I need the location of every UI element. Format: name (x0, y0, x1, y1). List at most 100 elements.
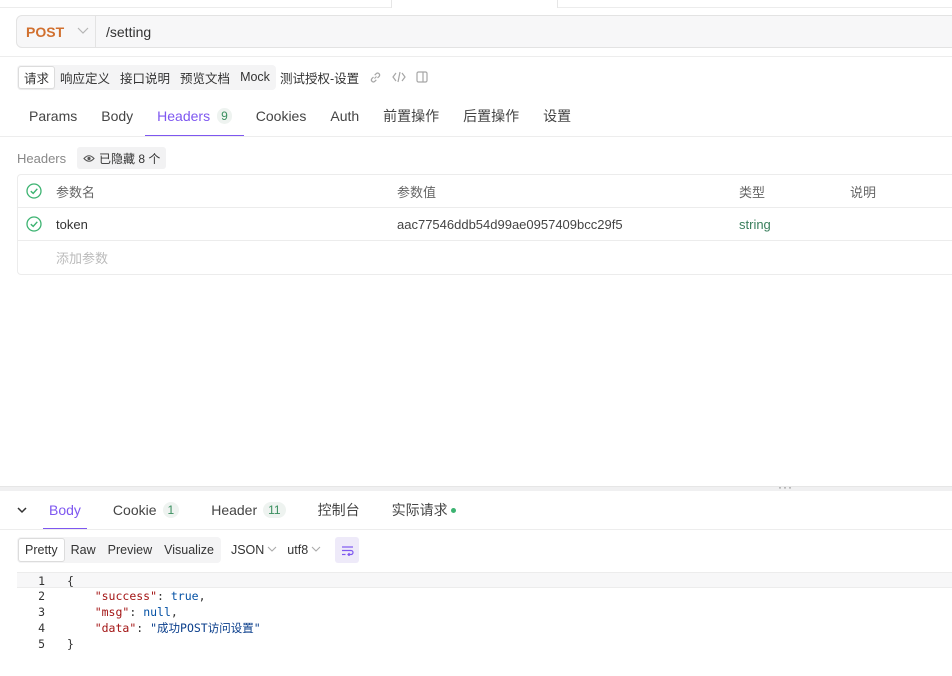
tab-console[interactable]: 控制台 (306, 490, 372, 530)
tab-label: 控制台 (317, 502, 360, 518)
code-icon[interactable] (392, 71, 406, 83)
row-enabled-checkbox-icon[interactable] (26, 216, 42, 232)
hidden-headers-toggle[interactable]: 已隐藏 8 个 (77, 147, 167, 169)
view-switcher: 请求 响应定义 接口说明 预览文档 Mock (17, 64, 276, 90)
headers-table: 参数名 参数值 类型 说明 token aac77546ddb54d99ae09… (17, 174, 952, 275)
line-number: 1 (38, 574, 45, 588)
tab-label: 实际请求 (391, 502, 448, 518)
code-text: "success": true, (94, 589, 206, 603)
json-value: true (170, 589, 199, 603)
panel-layout-icon[interactable] (416, 71, 428, 83)
json-punct: , (170, 605, 178, 619)
tab-body[interactable]: Body (89, 96, 145, 136)
tab-label: Headers (157, 108, 211, 124)
mode-visualize[interactable]: Visualize (158, 538, 220, 562)
code-line: 5 } (17, 636, 952, 652)
tab-strip-segment[interactable] (0, 0, 392, 8)
tab-label: Params (29, 108, 78, 124)
chevron-down-icon (311, 545, 321, 556)
divider (0, 56, 952, 57)
language-value: JSON (230, 543, 265, 557)
tab-strip-segment-active[interactable] (392, 0, 558, 8)
sub-toolbar: 请求 响应定义 接口说明 预览文档 Mock 测试授权-设置 (17, 64, 428, 90)
line-number: 4 (38, 621, 45, 635)
link-icon[interactable] (369, 71, 382, 84)
view-api-description[interactable]: 接口说明 (115, 66, 175, 89)
chevron-down-icon (267, 545, 277, 556)
language-select[interactable]: JSON (231, 543, 277, 557)
response-format-bar: Pretty Raw Preview Visualize JSON utf8 (17, 537, 360, 563)
word-wrap-button[interactable] (335, 537, 360, 563)
tab-post-operations[interactable]: 后置操作 (451, 96, 531, 136)
column-header-name: 参数名 (56, 184, 96, 200)
drag-handle-icon[interactable]: ··· (778, 480, 793, 494)
tab-response-header[interactable]: Header 11 (199, 490, 297, 530)
code-text: "msg": null, (94, 605, 178, 619)
tab-label: 后置操作 (463, 108, 520, 124)
tab-label: Header (211, 502, 258, 518)
tab-headers[interactable]: Headers 9 (145, 96, 244, 137)
response-tabs: Body Cookie 1 Header 11 控制台 实际请求 (17, 490, 476, 530)
tab-params[interactable]: Params (17, 96, 89, 136)
view-preview-doc[interactable]: 预览文档 (175, 66, 235, 89)
method-label: POST (26, 23, 65, 40)
tab-auth[interactable]: Auth (318, 96, 371, 136)
line-number: 3 (38, 605, 45, 619)
add-param-row: 添加参数 (18, 241, 952, 274)
view-mock[interactable]: Mock (235, 66, 275, 89)
method-select[interactable]: POST (17, 16, 96, 47)
divider (0, 529, 952, 530)
divider (0, 136, 952, 137)
encoding-select[interactable]: utf8 (287, 543, 321, 557)
param-type-cell[interactable]: string (739, 217, 771, 232)
mode-raw[interactable]: Raw (65, 538, 102, 562)
line-number: 2 (38, 589, 45, 603)
param-name-cell[interactable]: token (56, 217, 88, 232)
tab-response-body[interactable]: Body (37, 490, 93, 530)
json-value: null (143, 605, 171, 619)
code-line: 2 "success": true, (17, 588, 952, 604)
tab-pre-operations[interactable]: 前置操作 (371, 96, 451, 136)
json-key: "data" (94, 621, 137, 635)
view-response-definition[interactable]: 响应定义 (55, 66, 115, 89)
mode-preview[interactable]: Preview (102, 538, 158, 562)
tab-count-badge: 11 (263, 502, 286, 518)
json-value: "成功POST访问设置" (150, 621, 261, 635)
headers-section-label: Headers (17, 151, 67, 166)
wrap-lines-icon (341, 545, 354, 556)
tab-label: Cookie (112, 502, 157, 518)
tab-count-badge: 9 (217, 108, 232, 124)
tab-cookies[interactable]: Cookies (244, 96, 319, 136)
code-line: 4 "data": "成功POST访问设置" (17, 620, 952, 636)
mode-pretty[interactable]: Pretty (18, 538, 65, 562)
json-key: "msg" (94, 605, 130, 619)
tab-label: 设置 (543, 108, 572, 124)
select-all-checkbox-icon[interactable] (26, 183, 42, 199)
url-bar: POST /setting (16, 15, 952, 48)
eye-icon (83, 154, 95, 162)
param-value-cell[interactable]: aac77546ddb54d99ae0957409bcc29f5 (397, 217, 623, 232)
url-input[interactable]: /setting (96, 24, 151, 40)
hidden-headers-label: 已隐藏 8 个 (99, 151, 161, 166)
column-header-type: 类型 (739, 184, 766, 200)
add-param-input[interactable]: 添加参数 (56, 248, 108, 267)
code-line: 1 { (17, 572, 952, 588)
column-header-value: 参数值 (397, 184, 437, 200)
column-header-description: 说明 (850, 184, 877, 200)
tab-response-cookie[interactable]: Cookie 1 (101, 490, 191, 530)
api-name: 测试授权-设置 (279, 71, 360, 86)
collapse-chevron-icon[interactable] (17, 490, 37, 530)
chevron-down-icon (77, 26, 89, 38)
format-mode-switcher: Pretty Raw Preview Visualize (17, 537, 221, 563)
tab-label: Body (101, 108, 134, 124)
tab-settings[interactable]: 设置 (531, 96, 583, 136)
table-header-row: 参数名 参数值 类型 说明 (18, 175, 952, 208)
encoding-value: utf8 (287, 543, 309, 557)
tab-actual-request[interactable]: 实际请求 (380, 490, 468, 530)
code-text: "data": "成功POST访问设置" (94, 621, 261, 635)
window-tab-strip (0, 0, 952, 8)
tab-count-badge: 1 (162, 502, 180, 518)
view-request[interactable]: 请求 (18, 65, 56, 89)
response-code-viewer[interactable]: 1 { 2 "success": true, 3 "msg": null, 4 … (17, 572, 952, 676)
line-number: 5 (38, 637, 45, 651)
